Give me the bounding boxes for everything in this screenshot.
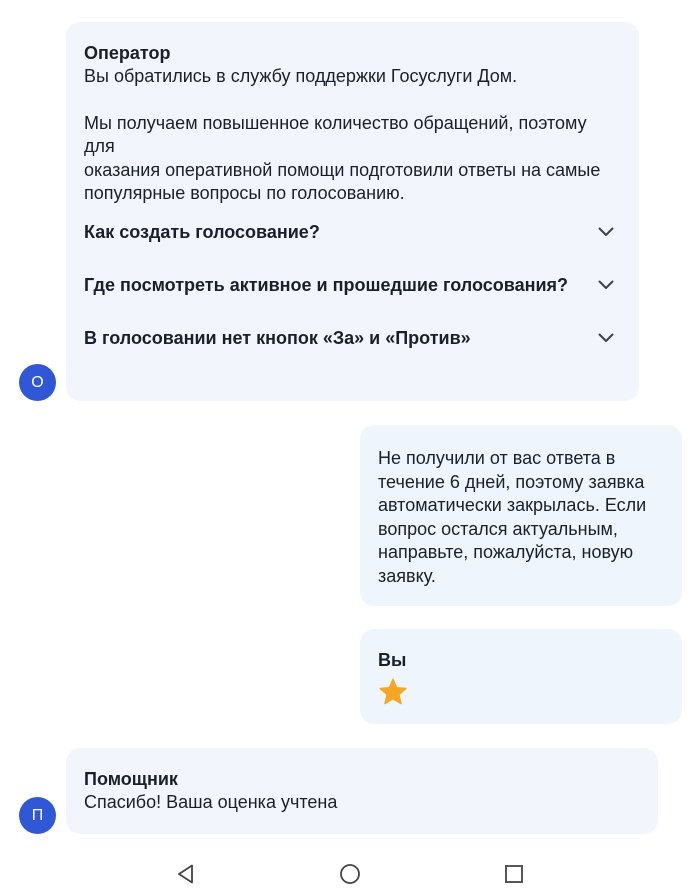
faq-item-create-voting[interactable]: Как создать голосование?	[84, 221, 621, 243]
faq-item-no-buttons[interactable]: В голосовании нет кнопок «За» и «Против»	[84, 327, 621, 349]
message-text: Спасибо! Ваша оценка учтена	[84, 792, 338, 812]
chat-screen: Оператор Вы обратились в службу поддержк…	[0, 0, 700, 895]
message-line: направьте, пожалуйста, новую	[378, 542, 634, 562]
operator-message-bubble: Оператор Вы обратились в службу поддержк…	[66, 22, 639, 401]
message-body: Мы получаем повышенное количество обраще…	[84, 112, 621, 206]
faq-question: Как создать голосование?	[84, 222, 320, 242]
operator-avatar: О	[19, 364, 56, 401]
back-icon[interactable]	[174, 862, 198, 886]
assistant-message-bubble: Помощник Спасибо! Ваша оценка учтена	[66, 748, 658, 834]
message-sender: Оператор	[84, 43, 171, 63]
message-body-line: оказания оперативной помощи подготовили …	[84, 159, 601, 180]
message-line: автоматически закрылась. Если	[378, 495, 647, 515]
message-line: заявку.	[378, 565, 436, 586]
message-body-line: популярные вопросы по голосованию.	[84, 183, 405, 203]
faq-question: Где посмотреть активное и прошедшие голо…	[84, 275, 569, 295]
faq-question: В голосовании нет кнопок «За» и «Против»	[84, 328, 471, 348]
home-icon[interactable]	[338, 862, 362, 886]
chevron-down-icon[interactable]	[597, 226, 615, 238]
auto-close-message-bubble: Не получили от вас ответа в течение 6 дн…	[360, 425, 682, 606]
assistant-avatar: П	[19, 797, 56, 834]
recents-icon[interactable]	[502, 862, 526, 886]
message-body-line: Мы получаем повышенное количество обраще…	[84, 112, 587, 157]
message-line: течение 6 дней, поэтому заявка	[378, 471, 645, 492]
message-sender: Вы	[378, 650, 407, 670]
chevron-down-icon[interactable]	[597, 279, 615, 291]
message-line: Не получили от вас ответа в	[378, 448, 616, 468]
star-icon	[378, 677, 408, 707]
message-sender: Помощник	[84, 769, 178, 789]
chevron-down-icon[interactable]	[597, 332, 615, 344]
user-rating-bubble: Вы	[360, 629, 682, 724]
faq-item-view-votings[interactable]: Где посмотреть активное и прошедшие голо…	[84, 274, 621, 296]
message-intro: Вы обратились в службу поддержки Госуслу…	[84, 66, 518, 86]
message-text: Не получили от вас ответа в течение 6 дн…	[378, 447, 664, 588]
system-navigation-bar	[0, 850, 700, 895]
message-line: вопрос остался актуальным,	[378, 518, 618, 539]
